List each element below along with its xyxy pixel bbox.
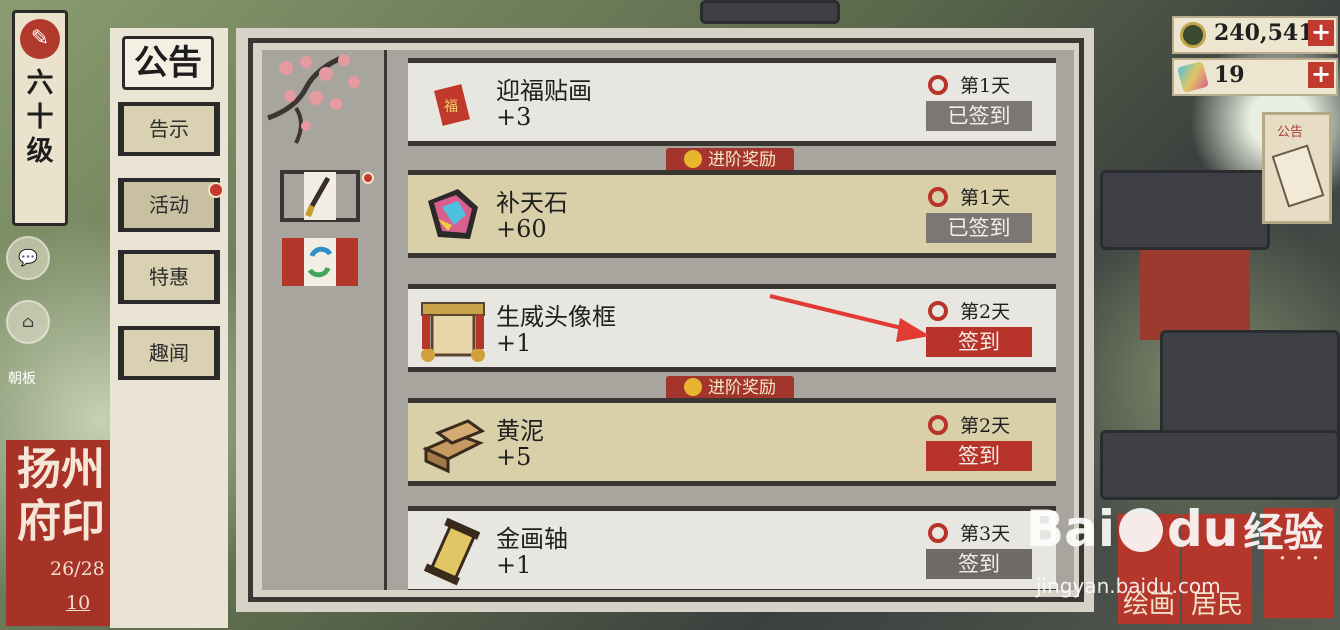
signed-in-status: 已签到 <box>926 101 1032 131</box>
day-marker-icon <box>928 75 948 95</box>
roof-decoration <box>700 0 840 24</box>
reward-day: 第2天 <box>960 415 1011 437</box>
reward-qty: +5 <box>496 443 532 471</box>
bell-icon <box>684 150 702 168</box>
plum-blossom-decoration <box>267 53 360 144</box>
event-badge <box>362 172 374 184</box>
bell-icon <box>684 378 702 396</box>
brush-icon <box>280 170 360 222</box>
tab-notice[interactable]: 告示 <box>118 102 220 156</box>
notice-nav: 公告 告示 活动 特惠 趣闻 <box>110 28 228 628</box>
reward-name: 补天石 <box>496 189 568 217</box>
seal-count: 26/28 <box>50 558 105 580</box>
nav-title: 公告 <box>122 36 214 90</box>
reward-row: 福 迎福贴画 +3 第1天 已签到 <box>408 58 1056 146</box>
advanced-reward-banner: 进阶奖励 <box>666 148 794 172</box>
currency-coins: 240,541 + <box>1172 16 1338 54</box>
reward-day: 第1天 <box>960 75 1011 97</box>
brush-seal-icon: ✎ <box>20 19 60 59</box>
rank-level: 六十级 <box>26 68 54 167</box>
currency-tickets: 19 + <box>1172 58 1338 96</box>
jade-ticket-icon <box>1177 61 1209 93</box>
watermark-brand: Bai <box>1026 500 1115 558</box>
day-marker-icon <box>928 415 948 435</box>
tickets-value: 19 <box>1214 62 1245 88</box>
watermark-cn: 经验 <box>1243 509 1324 556</box>
reward-row: 黄泥 +5 第2天 签到 <box>408 398 1056 486</box>
reward-list: 福 迎福贴画 +3 第1天 已签到 进阶奖励 补天石 +60 第1天 已签到 生… <box>392 50 1072 590</box>
reward-qty: +60 <box>496 215 547 243</box>
coin-icon <box>1180 22 1206 48</box>
reward-row: 金画轴 +1 第3天 签到 <box>408 506 1056 590</box>
svg-text:福: 福 <box>444 99 458 115</box>
add-coins-button[interactable]: + <box>1308 20 1334 46</box>
sign-in-button[interactable]: 签到 <box>926 441 1032 471</box>
event-exchange-button[interactable] <box>280 236 360 288</box>
seal-level: 10 <box>66 592 91 614</box>
avatar-frame-icon <box>421 302 485 362</box>
sky-stone-icon <box>428 189 478 239</box>
new-badge <box>208 182 224 198</box>
watermark-url: jingyan.baidu.com <box>1036 574 1221 598</box>
court-board-label: 朝板 <box>8 371 36 387</box>
paw-icon <box>1119 508 1163 552</box>
reward-day: 第3天 <box>960 523 1011 545</box>
baidu-watermark: Bai du 经验 jingyan.baidu.com <box>1026 500 1324 598</box>
notice-shortcut-label: 公告 <box>1277 125 1304 140</box>
reward-qty: +1 <box>496 329 532 357</box>
signed-in-status: 已签到 <box>926 213 1032 243</box>
reward-name: 金画轴 <box>496 525 568 553</box>
reward-name: 生威头像框 <box>496 303 616 331</box>
day-marker-icon <box>928 523 948 543</box>
roof-decoration <box>1100 170 1270 250</box>
reward-row: 生威头像框 +1 第2天 签到 <box>408 284 1056 372</box>
notice-shortcut[interactable]: 公告 <box>1262 112 1332 224</box>
sign-in-button-locked: 签到 <box>926 549 1032 579</box>
city-seal-title: 扬州 府印 <box>17 444 105 547</box>
roof-decoration <box>1100 430 1340 500</box>
fortune-poster-icon: 福 <box>434 84 470 126</box>
yellow-clay-icon <box>422 419 486 474</box>
roof-decoration <box>1160 330 1340 440</box>
coins-value: 240,541 <box>1214 20 1314 46</box>
chat-icon[interactable]: 💬 <box>6 236 50 280</box>
day-marker-icon <box>928 301 948 321</box>
tab-news[interactable]: 趣闻 <box>118 326 220 380</box>
reward-name: 迎福贴画 <box>496 77 592 105</box>
reward-name: 黄泥 <box>496 417 544 445</box>
court-board-icon[interactable]: ⌂ <box>6 300 50 344</box>
banner-label: 进阶奖励 <box>708 378 776 398</box>
advanced-reward-banner: 进阶奖励 <box>666 376 794 400</box>
red-wall-decoration <box>1140 250 1250 340</box>
tab-special-offer[interactable]: 特惠 <box>118 250 220 304</box>
exchange-icon <box>282 238 358 286</box>
tab-activity[interactable]: 活动 <box>118 178 220 232</box>
watermark-brand2: du <box>1167 500 1239 558</box>
day-marker-icon <box>928 187 948 207</box>
reward-row: 补天石 +60 第1天 已签到 <box>408 170 1056 258</box>
reward-qty: +3 <box>496 103 532 131</box>
golden-scroll-icon <box>423 517 481 586</box>
notice-card-icon <box>1271 144 1325 208</box>
reward-day: 第2天 <box>960 301 1011 323</box>
reward-day: 第1天 <box>960 187 1011 209</box>
banner-label: 进阶奖励 <box>708 150 776 170</box>
reward-qty: +1 <box>496 551 532 579</box>
city-seal-button[interactable]: 扬州 府印 26/28 10 <box>6 440 116 626</box>
sign-in-button[interactable]: 签到 <box>926 327 1032 357</box>
rank-panel[interactable]: ✎ 六十级 <box>12 10 68 226</box>
add-tickets-button[interactable]: + <box>1308 62 1334 88</box>
event-brush-button[interactable] <box>280 170 374 222</box>
